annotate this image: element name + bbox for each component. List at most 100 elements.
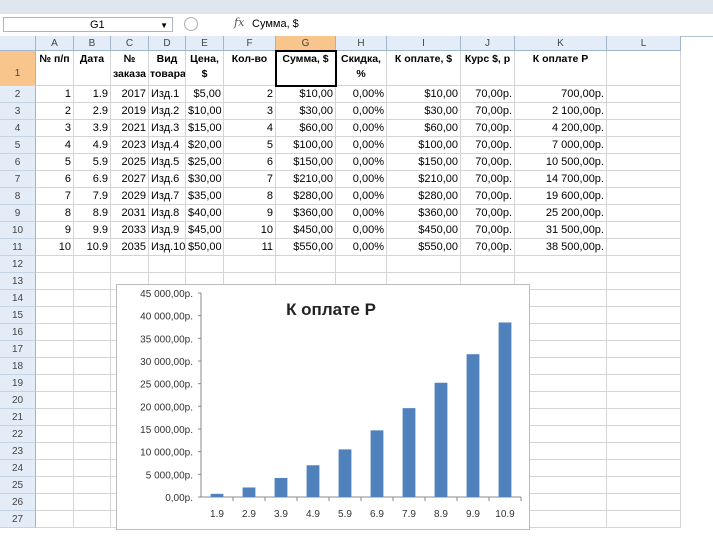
header-cell-e[interactable]: Цена, $ bbox=[186, 51, 224, 86]
empty-cell[interactable] bbox=[74, 256, 111, 273]
column-header-b[interactable]: B bbox=[74, 36, 111, 51]
table-cell[interactable]: Изд.3 bbox=[149, 120, 186, 137]
table-cell[interactable]: 2019 bbox=[111, 103, 149, 120]
row-header-20[interactable]: 20 bbox=[0, 392, 36, 409]
column-header-f[interactable]: F bbox=[224, 36, 276, 51]
table-cell[interactable]: 4 200,00р. bbox=[515, 120, 607, 137]
row-header-19[interactable]: 19 bbox=[0, 375, 36, 392]
row-header-8[interactable]: 8 bbox=[0, 188, 36, 205]
name-box[interactable]: G1 ▼ bbox=[3, 17, 173, 32]
table-cell[interactable]: $550,00 bbox=[276, 239, 336, 256]
row-header-4[interactable]: 4 bbox=[0, 120, 36, 137]
header-cell-i[interactable]: К оплате, $ bbox=[387, 51, 461, 86]
table-cell[interactable]: $45,00 bbox=[186, 222, 224, 239]
table-cell[interactable]: 0,00% bbox=[336, 222, 387, 239]
row-header-21[interactable]: 21 bbox=[0, 409, 36, 426]
row-header-18[interactable]: 18 bbox=[0, 358, 36, 375]
table-cell[interactable]: 2033 bbox=[111, 222, 149, 239]
table-cell[interactable]: $150,00 bbox=[276, 154, 336, 171]
header-cell-g[interactable]: Сумма, $ bbox=[276, 51, 336, 86]
table-cell[interactable]: 1.9 bbox=[74, 86, 111, 103]
row-header-3[interactable]: 3 bbox=[0, 103, 36, 120]
table-cell[interactable]: 5 bbox=[36, 154, 74, 171]
empty-cell[interactable] bbox=[36, 341, 74, 358]
column-header-h[interactable]: H bbox=[336, 36, 387, 51]
empty-cell[interactable] bbox=[607, 409, 681, 426]
table-cell[interactable]: 2 bbox=[224, 86, 276, 103]
table-cell[interactable]: 7.9 bbox=[74, 188, 111, 205]
row-header-10[interactable]: 10 bbox=[0, 222, 36, 239]
table-cell[interactable]: 8 bbox=[36, 205, 74, 222]
row-header-15[interactable]: 15 bbox=[0, 307, 36, 324]
row-header-2[interactable]: 2 bbox=[0, 86, 36, 103]
table-cell[interactable]: $20,00 bbox=[186, 137, 224, 154]
column-header-l[interactable]: L bbox=[607, 36, 681, 51]
table-cell[interactable]: 1 bbox=[36, 86, 74, 103]
empty-cell[interactable] bbox=[74, 392, 111, 409]
empty-cell[interactable] bbox=[607, 375, 681, 392]
table-cell[interactable]: 10 bbox=[224, 222, 276, 239]
row-header-1[interactable]: 1 bbox=[0, 51, 36, 86]
table-cell[interactable]: 9 bbox=[36, 222, 74, 239]
empty-cell[interactable] bbox=[607, 358, 681, 375]
empty-cell[interactable] bbox=[74, 341, 111, 358]
empty-cell[interactable] bbox=[461, 256, 515, 273]
table-cell[interactable]: $10,00 bbox=[276, 86, 336, 103]
empty-cell[interactable] bbox=[149, 256, 186, 273]
row-header-27[interactable]: 27 bbox=[0, 511, 36, 528]
table-cell[interactable]: 8.9 bbox=[74, 205, 111, 222]
empty-cell[interactable] bbox=[36, 392, 74, 409]
table-cell[interactable]: $35,00 bbox=[186, 188, 224, 205]
row-header-6[interactable]: 6 bbox=[0, 154, 36, 171]
table-cell[interactable]: 70,00р. bbox=[461, 103, 515, 120]
row-header-16[interactable]: 16 bbox=[0, 324, 36, 341]
header-cell-a[interactable]: № п/п bbox=[36, 51, 74, 86]
table-cell[interactable]: 700,00р. bbox=[515, 86, 607, 103]
table-cell[interactable]: $280,00 bbox=[387, 188, 461, 205]
table-cell[interactable]: Изд.7 bbox=[149, 188, 186, 205]
formula-input[interactable]: Сумма, $ bbox=[252, 18, 299, 30]
table-cell[interactable]: 0,00% bbox=[336, 188, 387, 205]
table-cell[interactable]: Изд.1 bbox=[149, 86, 186, 103]
table-cell[interactable]: 0,00% bbox=[336, 239, 387, 256]
table-cell[interactable]: 0,00% bbox=[336, 120, 387, 137]
table-cell[interactable]: 2025 bbox=[111, 154, 149, 171]
table-cell[interactable]: 38 500,00р. bbox=[515, 239, 607, 256]
table-cell[interactable]: 70,00р. bbox=[461, 171, 515, 188]
empty-cell[interactable] bbox=[36, 494, 74, 511]
table-cell[interactable]: $15,00 bbox=[186, 120, 224, 137]
chevron-down-icon[interactable]: ▼ bbox=[160, 18, 168, 33]
table-cell[interactable]: 2 100,00р. bbox=[515, 103, 607, 120]
empty-cell[interactable] bbox=[111, 256, 149, 273]
table-cell[interactable]: $550,00 bbox=[387, 239, 461, 256]
table-cell[interactable]: 70,00р. bbox=[461, 86, 515, 103]
empty-cell[interactable] bbox=[276, 256, 336, 273]
empty-cell[interactable] bbox=[36, 460, 74, 477]
empty-cell[interactable] bbox=[74, 375, 111, 392]
header-cell-b[interactable]: Дата bbox=[74, 51, 111, 86]
formula-cancel-icon[interactable] bbox=[184, 17, 198, 31]
table-cell[interactable]: $60,00 bbox=[276, 120, 336, 137]
table-cell[interactable]: $210,00 bbox=[276, 171, 336, 188]
table-cell[interactable]: 3.9 bbox=[74, 120, 111, 137]
table-cell[interactable]: 2017 bbox=[111, 86, 149, 103]
empty-cell[interactable] bbox=[74, 358, 111, 375]
empty-cell[interactable] bbox=[607, 103, 681, 120]
table-cell[interactable]: 70,00р. bbox=[461, 137, 515, 154]
table-cell[interactable]: 2023 bbox=[111, 137, 149, 154]
column-header-c[interactable]: C bbox=[111, 36, 149, 51]
column-header-a[interactable]: A bbox=[36, 36, 74, 51]
table-cell[interactable]: $30,00 bbox=[387, 103, 461, 120]
empty-cell[interactable] bbox=[74, 494, 111, 511]
empty-cell[interactable] bbox=[607, 273, 681, 290]
empty-cell[interactable] bbox=[336, 256, 387, 273]
empty-cell[interactable] bbox=[36, 409, 74, 426]
table-cell[interactable]: $100,00 bbox=[387, 137, 461, 154]
header-cell-k[interactable]: К оплате Р bbox=[515, 51, 607, 86]
table-cell[interactable]: $40,00 bbox=[186, 205, 224, 222]
table-cell[interactable]: 7 bbox=[224, 171, 276, 188]
table-cell[interactable]: Изд.8 bbox=[149, 205, 186, 222]
table-cell[interactable]: 10.9 bbox=[74, 239, 111, 256]
table-cell[interactable]: 4 bbox=[224, 120, 276, 137]
table-cell[interactable]: $50,00 bbox=[186, 239, 224, 256]
